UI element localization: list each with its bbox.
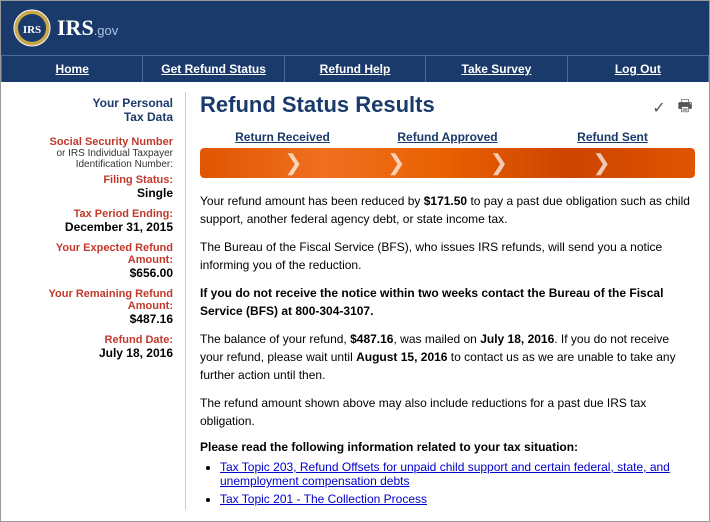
chevron-4: ❯ (592, 148, 610, 178)
site-header: IRS IRS.gov (1, 1, 709, 55)
sidebar: Your Personal Tax Data Social Security N… (1, 92, 186, 510)
chevron-3: ❯ (490, 148, 508, 178)
please-read-list: Tax Topic 203, Refund Offsets for unpaid… (220, 460, 695, 506)
print-icon[interactable]: 🖶 (675, 98, 695, 118)
message-5: The refund amount shown above may also i… (200, 394, 695, 430)
message-4: The balance of your refund, $487.16, was… (200, 330, 695, 384)
logo-area: IRS IRS.gov (13, 9, 118, 47)
progress-label-received: Return Received (200, 130, 365, 144)
chevron-2: ❯ (387, 148, 405, 178)
nav-home[interactable]: Home (1, 56, 143, 82)
progress-bar: ❯ ❯ ❯ ❯ (200, 148, 695, 178)
remaining-refund-label: Your Remaining Refund Amount: (13, 288, 173, 312)
page-title: Refund Status Results (200, 92, 435, 118)
refund-date-label: Refund Date: (13, 334, 173, 346)
link-tax-topic-203[interactable]: Tax Topic 203, Refund Offsets for unpaid… (220, 460, 670, 488)
progress-chevrons: ❯ ❯ ❯ ❯ (200, 148, 695, 178)
message-2: The Bureau of the Fiscal Service (BFS), … (200, 238, 695, 274)
filing-status-label: Filing Status: (13, 174, 173, 186)
progress-labels: Return Received Refund Approved Refund S… (200, 130, 695, 144)
sidebar-header: Your Personal Tax Data (13, 96, 173, 124)
bookmark-icon[interactable]: ✓ (649, 98, 669, 118)
message-1: Your refund amount has been reduced by $… (200, 192, 695, 228)
filing-status-value: Single (13, 186, 173, 200)
main-nav: Home Get Refund Status Refund Help Take … (1, 55, 709, 82)
expected-refund-label: Your Expected Refund Amount: (13, 242, 173, 266)
please-read-section: Please read the following information re… (200, 440, 695, 506)
list-item-1: Tax Topic 203, Refund Offsets for unpaid… (220, 460, 695, 488)
nav-take-survey[interactable]: Take Survey (426, 56, 567, 82)
list-item-2: Tax Topic 201 - The Collection Process (220, 492, 695, 506)
svg-text:IRS: IRS (23, 24, 41, 36)
sidebar-refund-date-row: Refund Date: July 18, 2016 (13, 334, 173, 360)
ssn-label: Social Security Number (13, 136, 173, 148)
logo-text-area: IRS.gov (57, 15, 118, 41)
irs-gov-text: .gov (94, 23, 119, 38)
irs-emblem-icon: IRS (13, 9, 51, 47)
main-content: Your Personal Tax Data Social Security N… (1, 82, 709, 520)
content-area: Refund Status Results ✓ 🖶 Return Receive… (186, 92, 709, 510)
nav-refund-help[interactable]: Refund Help (285, 56, 426, 82)
progress-label-sent: Refund Sent (530, 130, 695, 144)
expected-refund-value: $656.00 (13, 266, 173, 280)
ssn-sublabel: or IRS Individual Taxpayer Identificatio… (13, 148, 173, 170)
header-icons: ✓ 🖶 (649, 98, 695, 118)
sidebar-filing-status-row: Filing Status: Single (13, 174, 173, 200)
tax-period-value: December 31, 2015 (13, 220, 173, 234)
sidebar-tax-period-row: Tax Period Ending: December 31, 2015 (13, 208, 173, 234)
irs-logo-text: IRS (57, 15, 94, 40)
progress-label-approved: Refund Approved (365, 130, 530, 144)
refund-date-value: July 18, 2016 (13, 346, 173, 360)
chevron-1: ❯ (284, 148, 302, 178)
sidebar-remaining-refund-row: Your Remaining Refund Amount: $487.16 (13, 288, 173, 326)
content-header: Refund Status Results ✓ 🖶 (200, 92, 695, 118)
nav-log-out[interactable]: Log Out (568, 56, 709, 82)
progress-section: Return Received Refund Approved Refund S… (200, 130, 695, 178)
remaining-refund-value: $487.16 (13, 312, 173, 326)
nav-get-refund-status[interactable]: Get Refund Status (143, 56, 284, 82)
message-3: If you do not receive the notice within … (200, 284, 695, 320)
link-tax-topic-201[interactable]: Tax Topic 201 - The Collection Process (220, 492, 427, 506)
sidebar-expected-refund-row: Your Expected Refund Amount: $656.00 (13, 242, 173, 280)
please-read-title: Please read the following information re… (200, 440, 695, 454)
sidebar-ssn-row: Social Security Number or IRS Individual… (13, 136, 173, 170)
tax-period-label: Tax Period Ending: (13, 208, 173, 220)
